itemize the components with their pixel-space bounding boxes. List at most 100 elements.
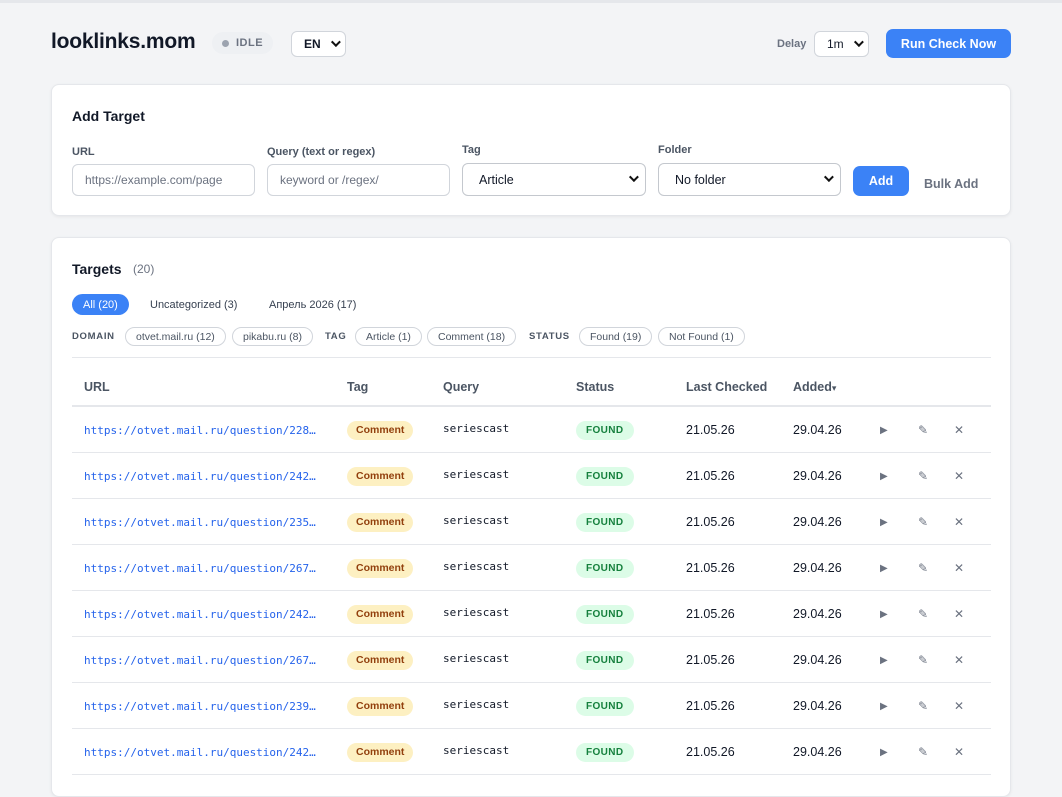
column-header-query[interactable]: Query [443,380,479,394]
status-chip-found[interactable]: Found (19) [579,327,653,346]
delay-select[interactable]: 1m [814,31,869,57]
add-target-title: Add Target [72,108,145,124]
table-row: https://otvet.mail.ru/question/228… Comme… [72,407,991,453]
run-check-button[interactable]: Run Check Now [886,29,1011,58]
edit-icon[interactable]: ✎ [918,637,928,683]
top-bar: looklinks.mom IDLE EN Delay 1m Run Check… [0,0,1062,85]
folder-tab-april-2026[interactable]: Апрель 2026 (17) [258,294,367,315]
row-query: seriescast [443,513,510,527]
row-url-link[interactable]: https://otvet.mail.ru/question/242… [84,729,324,775]
tag-select-value: Article [479,172,514,187]
targets-title: Targets [72,261,122,277]
filter-divider [72,357,991,358]
delete-icon[interactable]: ✕ [954,729,964,775]
row-tag: Comment [347,729,414,775]
table-row: https://otvet.mail.ru/question/242… Comme… [72,729,991,775]
chevron-down-icon [823,172,834,183]
column-header-last-checked[interactable]: Last Checked [686,380,767,394]
column-header-url[interactable]: URL [84,380,110,394]
run-icon[interactable]: ▶ [880,591,888,637]
delete-icon[interactable]: ✕ [954,637,964,683]
row-tag: Comment [347,683,414,729]
tag-badge: Comment [347,650,414,670]
domain-chip-pikabu[interactable]: pikabu.ru (8) [232,327,313,346]
tag-chip-comment[interactable]: Comment (18) [427,327,517,346]
run-icon[interactable]: ▶ [880,453,888,499]
tag-chip-article[interactable]: Article (1) [355,327,422,346]
tag-select[interactable]: Article [462,163,646,196]
row-status: FOUND [576,499,634,545]
folder-select[interactable]: No folder [658,163,841,196]
domain-chip-otvet[interactable]: otvet.mail.ru (12) [125,327,226,346]
delete-icon[interactable]: ✕ [954,499,964,545]
row-added: 29.04.26 [793,515,842,529]
status-badge: FOUND [576,420,634,440]
delete-icon[interactable]: ✕ [954,683,964,729]
row-status: FOUND [576,729,634,775]
row-status: FOUND [576,683,634,729]
language-select[interactable]: EN [291,31,346,57]
add-button[interactable]: Add [853,166,909,196]
row-status: FOUND [576,591,634,637]
delete-icon[interactable]: ✕ [954,453,964,499]
row-last-checked: 21.05.26 [686,699,735,713]
status-badge: FOUND [576,650,634,670]
delay-label: Delay [777,38,807,50]
table-row: https://otvet.mail.ru/question/267… Comme… [72,637,991,683]
row-query: seriescast [443,605,510,619]
row-added: 29.04.26 [793,561,842,575]
row-url-link[interactable]: https://otvet.mail.ru/question/267… [84,637,324,683]
column-header-added[interactable]: Added▾ [793,380,836,394]
url-input[interactable]: https://example.com/page [72,164,255,196]
tag-filter-label: TAG [325,331,347,342]
edit-icon[interactable]: ✎ [918,453,928,499]
folder-tab-all[interactable]: All (20) [72,294,129,315]
row-status: FOUND [576,453,634,499]
bulk-add-button[interactable]: Bulk Add [924,177,978,191]
folder-label: Folder [658,144,692,156]
status-badge: FOUND [576,742,634,762]
edit-icon[interactable]: ✎ [918,591,928,637]
chevron-down-icon [853,37,864,48]
run-icon[interactable]: ▶ [880,729,888,775]
run-icon[interactable]: ▶ [880,545,888,591]
targets-count: (20) [133,262,155,276]
query-input[interactable]: keyword or /regex/ [267,164,450,196]
row-added: 29.04.26 [793,653,842,667]
delete-icon[interactable]: ✕ [954,407,964,453]
tag-badge: Comment [347,742,414,762]
row-url-link[interactable]: https://otvet.mail.ru/question/267… [84,545,324,591]
column-header-status[interactable]: Status [576,380,614,394]
tag-badge: Comment [347,420,414,440]
edit-icon[interactable]: ✎ [918,729,928,775]
row-url-link[interactable]: https://otvet.mail.ru/question/235… [84,499,324,545]
edit-icon[interactable]: ✎ [918,545,928,591]
tag-badge: Comment [347,466,414,486]
run-icon[interactable]: ▶ [880,407,888,453]
row-url-link[interactable]: https://otvet.mail.ru/question/242… [84,453,324,499]
folder-select-value: No folder [675,172,726,187]
status-dot-icon [222,39,229,47]
run-icon[interactable]: ▶ [880,499,888,545]
added-label: Added [793,380,832,394]
row-status: FOUND [576,545,634,591]
row-url-link[interactable]: https://otvet.mail.ru/question/242… [84,591,324,637]
row-added: 29.04.26 [793,607,842,621]
status-filter-label: STATUS [529,331,570,342]
edit-icon[interactable]: ✎ [918,499,928,545]
row-last-checked: 21.05.26 [686,653,735,667]
row-url-link[interactable]: https://otvet.mail.ru/question/239… [84,683,324,729]
column-header-tag[interactable]: Tag [347,380,368,394]
run-icon[interactable]: ▶ [880,637,888,683]
delete-icon[interactable]: ✕ [954,591,964,637]
row-last-checked: 21.05.26 [686,515,735,529]
delete-icon[interactable]: ✕ [954,545,964,591]
row-added: 29.04.26 [793,745,842,759]
edit-icon[interactable]: ✎ [918,683,928,729]
status-chip-not-found[interactable]: Not Found (1) [658,327,745,346]
run-icon[interactable]: ▶ [880,683,888,729]
folder-tab-uncategorized[interactable]: Uncategorized (3) [139,294,248,315]
row-url-link[interactable]: https://otvet.mail.ru/question/228… [84,407,324,453]
status-badge: IDLE [212,32,274,54]
edit-icon[interactable]: ✎ [918,407,928,453]
